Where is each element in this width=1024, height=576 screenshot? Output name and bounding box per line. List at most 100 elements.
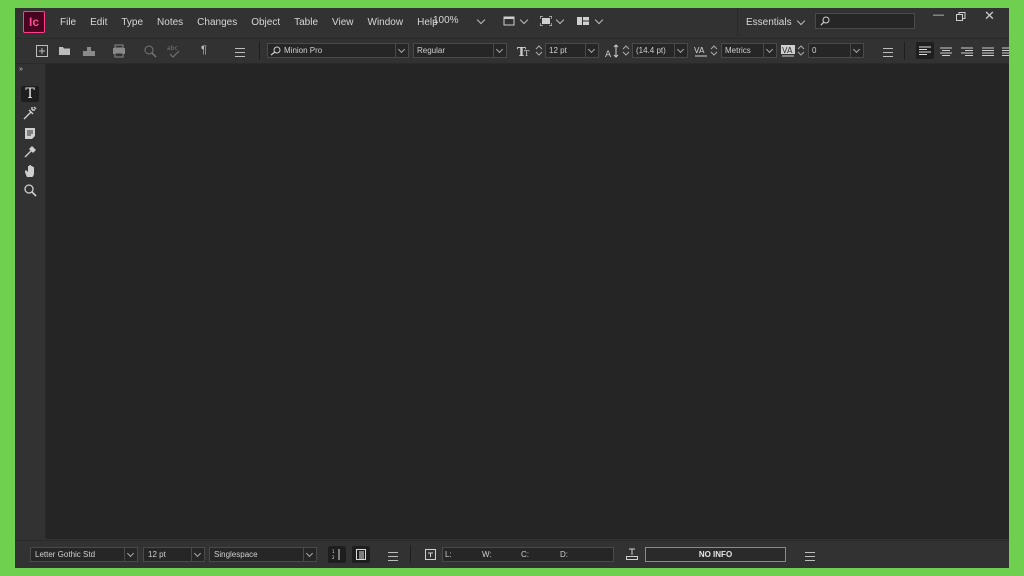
zoom-tool-button[interactable]: [21, 182, 39, 198]
copyfit-depth-label: D:: [560, 550, 568, 559]
status-font-value: Letter Gothic Std: [35, 550, 96, 559]
tracking-stepper-icon[interactable]: [797, 43, 805, 58]
hand-tool-button[interactable]: [21, 163, 39, 179]
save-icon[interactable]: [82, 44, 96, 58]
restore-icon[interactable]: [956, 12, 966, 21]
new-document-icon[interactable]: [35, 44, 49, 58]
document-canvas[interactable]: [46, 64, 1009, 539]
close-icon[interactable]: ✕: [984, 8, 995, 24]
status-bar-menu-icon[interactable]: [805, 552, 815, 561]
copyfit-progress-bar: NO INFO: [645, 547, 786, 562]
arrange-documents-chevron-icon[interactable]: [594, 15, 604, 25]
show-hidden-characters-icon[interactable]: ¶: [201, 44, 207, 56]
copyfit-words-label: W:: [482, 550, 492, 559]
control-bar: abc ¶ Minion Pro Regular TT 12 pt A (14.…: [15, 38, 1009, 64]
eyedropper-tool-button[interactable]: [21, 144, 39, 160]
view-options-icon[interactable]: [503, 16, 515, 26]
kerning-stepper-icon[interactable]: [710, 43, 718, 58]
status-font-dropdown-icon[interactable]: [124, 548, 137, 561]
font-style-value: Regular: [417, 46, 446, 55]
zoom-icon: [23, 183, 37, 197]
position-tool-button[interactable]: [21, 105, 39, 121]
story-view-button[interactable]: [352, 546, 370, 563]
svg-text:2: 2: [332, 555, 335, 560]
align-right-icon[interactable]: [961, 47, 973, 57]
font-size-stepper-icon[interactable]: [535, 43, 543, 58]
note-tool-icon: [25, 127, 35, 139]
menu-changes[interactable]: Changes: [190, 17, 244, 28]
status-size-dropdown-icon[interactable]: [191, 548, 204, 561]
workspace-switcher[interactable]: Essentials: [737, 8, 816, 36]
justify-icon[interactable]: [982, 47, 994, 57]
font-style-field[interactable]: Regular: [413, 43, 507, 58]
note-tool-button[interactable]: [21, 125, 39, 141]
depth-ruler-icon[interactable]: [626, 548, 638, 560]
align-left-button[interactable]: [916, 42, 934, 59]
minimize-icon[interactable]: —: [933, 9, 944, 21]
divider: [259, 42, 260, 60]
menu-object[interactable]: Object: [244, 17, 287, 28]
print-icon[interactable]: [112, 44, 126, 58]
copyfit-info-icon[interactable]: [425, 549, 436, 560]
zoom-level[interactable]: 100%: [433, 15, 459, 26]
menu-type[interactable]: Type: [114, 17, 150, 28]
position-tool-icon: [23, 106, 37, 120]
leading-icon: A: [605, 44, 619, 58]
character-panel-menu-icon[interactable]: [883, 48, 893, 57]
search-field[interactable]: [815, 13, 915, 29]
menu-window[interactable]: Window: [361, 17, 411, 28]
find-icon[interactable]: [143, 44, 157, 58]
search-icon: [820, 16, 830, 26]
font-family-value: Minion Pro: [284, 46, 323, 55]
svg-text:T: T: [524, 49, 530, 58]
menu-notes[interactable]: Notes: [150, 17, 190, 28]
line-spacing-dropdown-icon[interactable]: [303, 548, 316, 561]
open-folder-icon[interactable]: [58, 44, 72, 58]
control-bar-menu-icon[interactable]: [235, 48, 245, 57]
tools-panel: » T: [15, 64, 46, 538]
leading-field[interactable]: (14.4 pt): [632, 43, 688, 58]
tracking-field[interactable]: 0: [808, 43, 864, 58]
status-font-field[interactable]: Letter Gothic Std: [30, 547, 138, 562]
screen-mode-icon[interactable]: [540, 16, 552, 26]
font-style-dropdown-icon[interactable]: [493, 44, 506, 57]
justify-more-icon[interactable]: [1002, 47, 1009, 57]
line-numbers-icon: 12: [332, 549, 340, 560]
tracking-icon: VA: [781, 45, 795, 57]
arrange-documents-icon[interactable]: [577, 16, 589, 26]
kerning-dropdown-icon[interactable]: [763, 44, 776, 57]
eyedropper-icon: [24, 146, 36, 158]
menu-bar: Ic File Edit Type Notes Changes Object T…: [15, 8, 1009, 36]
svg-text:VA: VA: [782, 46, 793, 55]
status-menu-icon[interactable]: [388, 552, 398, 561]
font-family-field[interactable]: Minion Pro: [267, 43, 409, 58]
line-spacing-field[interactable]: Singlespace: [209, 547, 317, 562]
collapse-panel-icon[interactable]: »: [19, 66, 23, 73]
font-family-dropdown-icon[interactable]: [395, 44, 408, 57]
view-options-chevron-icon[interactable]: [519, 15, 529, 25]
line-spacing-value: Singlespace: [214, 550, 258, 559]
type-tool-button[interactable]: T: [21, 86, 39, 102]
workspace-chevron-icon: [796, 16, 805, 25]
menu-edit[interactable]: Edit: [83, 17, 114, 28]
leading-dropdown-icon[interactable]: [674, 44, 687, 57]
tracking-dropdown-icon[interactable]: [850, 44, 863, 57]
kerning-field[interactable]: Metrics: [721, 43, 777, 58]
spellcheck-icon[interactable]: abc: [167, 44, 181, 58]
status-bar: Letter Gothic Std 12 pt Singlespace 12 L…: [15, 540, 1009, 568]
status-size-field[interactable]: 12 pt: [143, 547, 205, 562]
font-search-icon: [270, 46, 281, 56]
leading-stepper-icon[interactable]: [622, 43, 630, 58]
status-size-value: 12 pt: [148, 550, 166, 559]
screen-mode-chevron-icon[interactable]: [555, 15, 565, 25]
font-size-field[interactable]: 12 pt: [545, 43, 599, 58]
align-center-icon[interactable]: [940, 47, 952, 57]
svg-text:A: A: [605, 50, 612, 58]
font-size-dropdown-icon[interactable]: [585, 44, 598, 57]
line-numbers-button[interactable]: 12: [328, 546, 346, 563]
menu-table[interactable]: Table: [287, 17, 325, 28]
menu-view[interactable]: View: [325, 17, 361, 28]
incopy-window: Ic File Edit Type Notes Changes Object T…: [15, 8, 1009, 568]
menu-file[interactable]: File: [53, 17, 83, 28]
zoom-dropdown-icon[interactable]: [476, 15, 486, 25]
